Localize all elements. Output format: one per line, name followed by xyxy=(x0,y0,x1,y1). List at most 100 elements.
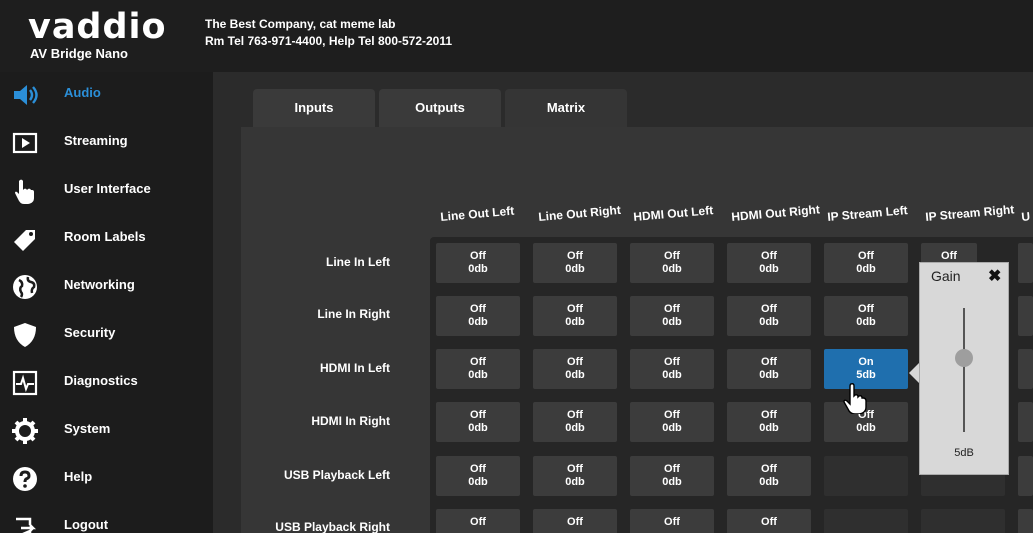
vaddio-logo[interactable]: vaddio AV Bridge Nano xyxy=(28,10,167,62)
header: vaddio AV Bridge Nano The Best Company, … xyxy=(0,0,1033,72)
cell-state: Off xyxy=(470,303,486,315)
company-name: The Best Company, cat meme lab xyxy=(205,17,396,31)
sidebar-item-diagnostics[interactable]: Diagnostics xyxy=(0,360,213,408)
matrix-cell[interactable]: Off 0db xyxy=(533,243,617,283)
cell-state: Off xyxy=(761,409,777,421)
matrix-cell[interactable]: Off 0db xyxy=(533,349,617,389)
sidebar-item-audio[interactable]: Audio xyxy=(0,72,213,120)
cell-state: Off xyxy=(858,250,874,262)
sidebar-item-networking[interactable]: Networking xyxy=(0,264,213,312)
matrix-cell[interactable] xyxy=(1018,296,1033,336)
cell-gain: 0db xyxy=(662,422,682,434)
row-label: Line In Right xyxy=(317,307,390,321)
cell-state: Off xyxy=(761,463,777,475)
sidebar-item-label: Audio xyxy=(64,85,101,100)
gain-popover-arrow xyxy=(909,363,919,383)
row-label: HDMI In Left xyxy=(320,361,390,375)
cell-state: Off xyxy=(664,250,680,262)
tab-inputs[interactable]: Inputs xyxy=(253,89,375,127)
gain-title: Gain xyxy=(931,268,961,284)
matrix-cell[interactable]: Off 0db xyxy=(630,349,714,389)
matrix-cell[interactable] xyxy=(1018,243,1033,283)
cell-gain: 5db xyxy=(856,369,876,381)
matrix-cell[interactable]: Off xyxy=(727,509,811,533)
cell-gain: 0db xyxy=(468,263,488,275)
sidebar-item-label: Logout xyxy=(64,517,109,532)
matrix-cell[interactable]: Off 0db xyxy=(727,296,811,336)
matrix-cell[interactable]: Off 0db xyxy=(436,456,520,496)
cell-gain: 0db xyxy=(856,263,876,275)
cell-state: Off xyxy=(470,463,486,475)
matrix-cell[interactable]: Off 0db xyxy=(436,402,520,442)
cell-gain: 0db xyxy=(662,316,682,328)
sidebar-item-streaming[interactable]: Streaming xyxy=(0,120,213,168)
cell-state: Off xyxy=(761,516,777,528)
cell-gain: 0db xyxy=(759,263,779,275)
matrix-cell[interactable]: Off 0db xyxy=(436,296,520,336)
row-label: USB Playback Right xyxy=(275,520,390,533)
sidebar-item-logout[interactable]: Logout xyxy=(0,504,213,533)
cell-gain: 0db xyxy=(856,316,876,328)
sidebar-item-system[interactable]: System xyxy=(0,408,213,456)
column-header: U xyxy=(1020,209,1031,224)
matrix-cell[interactable]: Off 0db xyxy=(727,402,811,442)
pulse-icon xyxy=(12,370,38,396)
cell-state: Off xyxy=(567,409,583,421)
product-name: AV Bridge Nano xyxy=(30,46,128,61)
matrix-cell[interactable]: Off 0db xyxy=(727,349,811,389)
cell-gain: 0db xyxy=(565,476,585,488)
matrix-cell[interactable]: Off 0db xyxy=(727,243,811,283)
sidebar-item-security[interactable]: Security xyxy=(0,312,213,360)
cell-state: Off xyxy=(470,356,486,368)
cell-gain: 0db xyxy=(565,369,585,381)
sidebar-item-room-labels[interactable]: Room Labels xyxy=(0,216,213,264)
cell-state: Off xyxy=(470,409,486,421)
cell-state: Off xyxy=(664,409,680,421)
tab-outputs[interactable]: Outputs xyxy=(379,89,501,127)
cell-state: Off xyxy=(470,250,486,262)
matrix-cell[interactable] xyxy=(1018,402,1033,442)
matrix-cell[interactable]: Off 0db xyxy=(630,456,714,496)
help-icon xyxy=(13,467,37,491)
matrix-cell[interactable]: Off 0db xyxy=(824,296,908,336)
matrix-cell[interactable]: Off 0db xyxy=(630,402,714,442)
close-icon[interactable]: ✖ xyxy=(988,266,1001,286)
company-phones: Rm Tel 763-971-4400, Help Tel 800-572-20… xyxy=(205,34,453,48)
cell-state: Off xyxy=(761,250,777,262)
matrix-cell[interactable]: Off 0db xyxy=(533,296,617,336)
matrix-cell[interactable] xyxy=(1018,509,1033,533)
cell-gain: 0db xyxy=(759,476,779,488)
gain-slider-track[interactable] xyxy=(963,308,965,432)
matrix-cell[interactable] xyxy=(1018,349,1033,389)
sidebar-item-user-interface[interactable]: User Interface xyxy=(0,168,213,216)
matrix-cell[interactable]: Off 0db xyxy=(533,402,617,442)
matrix-cell[interactable]: Off 0db xyxy=(533,456,617,496)
play-icon xyxy=(12,132,38,154)
matrix-cell[interactable]: Off xyxy=(630,509,714,533)
matrix-cell[interactable]: Off xyxy=(436,509,520,533)
sidebar-item-label: User Interface xyxy=(64,181,151,196)
shield-icon xyxy=(14,323,36,347)
matrix-cell-empty xyxy=(824,509,908,533)
cell-gain: 0db xyxy=(759,316,779,328)
matrix-cell[interactable]: Off 0db xyxy=(630,296,714,336)
sidebar-item-help[interactable]: Help xyxy=(0,456,213,504)
gain-slider-handle[interactable] xyxy=(955,348,973,367)
cell-state: Off xyxy=(567,303,583,315)
hand-cursor-icon xyxy=(843,383,867,414)
matrix-cell[interactable]: Off xyxy=(533,509,617,533)
row-label: USB Playback Left xyxy=(283,468,390,482)
matrix-cell-empty xyxy=(921,509,1005,533)
matrix-cell[interactable] xyxy=(1018,456,1033,496)
matrix-cell[interactable]: Off 0db xyxy=(436,243,520,283)
cell-state: Off xyxy=(664,356,680,368)
matrix-cell[interactable]: Off 0db xyxy=(727,456,811,496)
matrix-cell[interactable]: Off 0db xyxy=(630,243,714,283)
sidebar-item-label: Security xyxy=(64,325,116,340)
matrix-cell[interactable]: Off 0db xyxy=(436,349,520,389)
logout-icon xyxy=(16,517,37,533)
cell-state: Off xyxy=(567,356,583,368)
cell-gain: 0db xyxy=(565,422,585,434)
matrix-cell[interactable]: Off 0db xyxy=(824,243,908,283)
tag-icon xyxy=(14,230,35,251)
